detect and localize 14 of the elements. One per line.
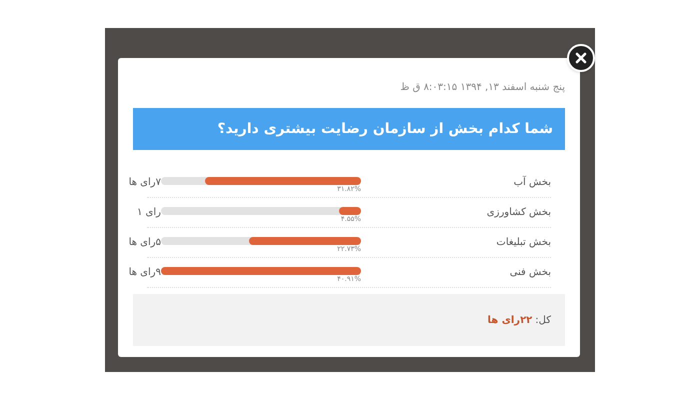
total-value: ۲۲رای ها <box>488 314 532 328</box>
option-label: بخش کشاورزی <box>486 206 551 220</box>
vote-count: رای ۱ <box>137 206 161 220</box>
total-label: کل: <box>535 314 551 328</box>
poll-date: پنج شنبه اسفند ۱۳, ۱۳۹۴ ۸:۰۳:۱۵ ق ظ <box>399 81 565 95</box>
close-icon <box>575 52 587 64</box>
vote-count: ۵رای ها <box>128 236 161 250</box>
question-header: شما کدام بخش از سازمان رضایت بیشتری دارید؟ <box>133 108 565 150</box>
option-label: بخش آب <box>512 175 551 190</box>
option-label: بخش فنی <box>508 266 551 280</box>
close-button[interactable] <box>567 44 595 72</box>
vote-count: ۷رای ها <box>128 176 161 190</box>
option-label: بخش تبلیغات <box>495 236 551 250</box>
vote-count: ۹رای ها <box>128 266 161 280</box>
